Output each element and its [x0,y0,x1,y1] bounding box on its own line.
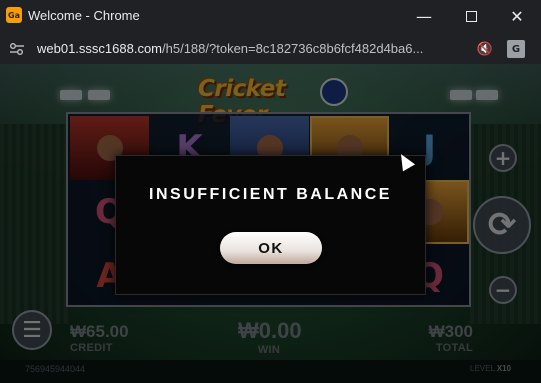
url-field[interactable]: web01.sssc1688.com/h5/188/?token=8c18273… [37,41,462,56]
translate-icon[interactable]: G [507,40,525,58]
tune-icon [10,43,24,55]
site-info-icon[interactable] [8,40,26,58]
mute-icon[interactable]: 🔇 [476,40,494,58]
app-icon: Ga [6,7,22,23]
minimize-button[interactable]: — [411,4,437,28]
address-bar: web01.sssc1688.com/h5/188/?token=8c18273… [0,33,541,64]
maximize-button[interactable] [458,4,484,28]
ok-button[interactable]: OK [220,232,322,264]
maximize-icon [465,10,477,22]
window-title: Welcome - Chrome [28,8,140,23]
game-viewport: Cricket Fever K J Q A Q + ⟳ − ☰ ₩65.00 C… [0,64,541,383]
insufficient-balance-dialog: INSUFFICIENT BALANCE OK [115,155,426,295]
close-button[interactable]: ✕ [504,4,530,28]
url-path: /h5/188/?token=8c182736c8b6fcf482d4ba6..… [162,41,424,56]
dialog-message: INSUFFICIENT BALANCE [149,186,392,203]
window-titlebar: Ga Welcome - Chrome — ✕ [0,0,541,33]
url-host: web01.sssc1688.com [37,41,163,56]
